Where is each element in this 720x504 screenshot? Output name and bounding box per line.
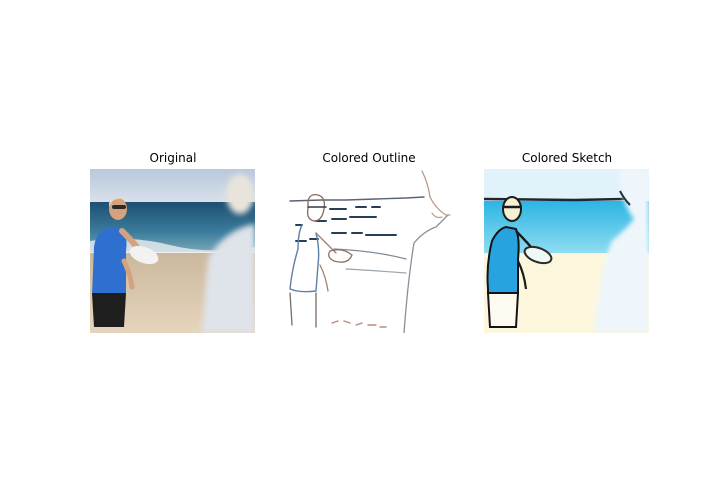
panel-title-colored-outline: Colored Outline: [322, 151, 416, 165]
panel-title-colored-sketch: Colored Sketch: [521, 151, 613, 165]
original-image-svg: [90, 169, 255, 333]
colored-sketch-image-svg: [484, 169, 649, 333]
original-image: [90, 169, 255, 333]
colored-outline-image-svg: [286, 169, 451, 333]
panel-title-original: Original: [149, 151, 197, 165]
colored-outline-image: [286, 169, 451, 333]
colored-sketch-image: [484, 169, 649, 333]
figure: Original Colored Outline Colored Sketch: [0, 0, 720, 504]
